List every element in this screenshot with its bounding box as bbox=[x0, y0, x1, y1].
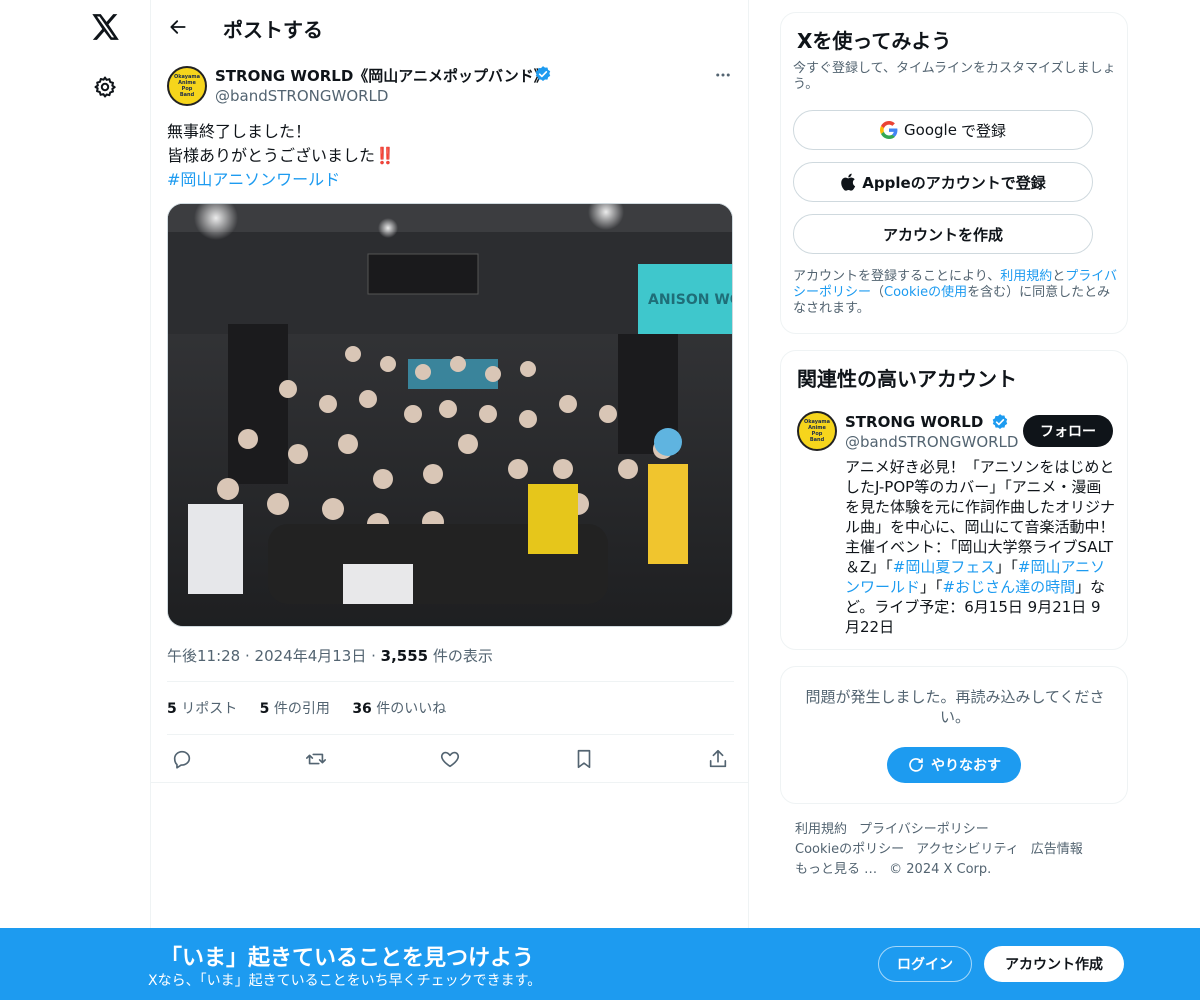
related-accounts-card: 関連性の高いアカウント Okayama Anime Pop Band STRON… bbox=[780, 350, 1128, 650]
bottom-bar-title: 「いま」起きていることを見つけよう bbox=[160, 946, 535, 971]
terms-text: アカウントを登録することにより、利用規約とプライバシーポリシー（Cookieの使… bbox=[793, 269, 1123, 317]
footer-link[interactable]: Cookieのポリシー bbox=[795, 842, 904, 857]
post-author: Okayama Anime Pop Band STRONG WORLD《岡山アニ… bbox=[167, 64, 734, 110]
related-title: 関連性の高いアカウント bbox=[797, 367, 1017, 391]
hashtag-link[interactable]: #おじさん達の時間 bbox=[943, 578, 1076, 596]
divider bbox=[167, 734, 734, 735]
author-name[interactable]: STRONG WORLD《岡山アニメポップバンド》 bbox=[215, 65, 549, 86]
footer-links: 利用規約 プライバシーポリシー Cookieのポリシー アクセシビリティ 広告情報 も… bbox=[795, 820, 1115, 880]
terms-of-service-link[interactable]: 利用規約 bbox=[1000, 269, 1052, 284]
retry-label: やりなおす bbox=[931, 758, 1001, 774]
avatar-text: Band bbox=[809, 437, 825, 443]
apple-signup-button[interactable]: Appleのアカウントで登録 bbox=[793, 162, 1093, 202]
related-account-bio: アニメ好き必見！「アニソンをはじめとしたJ-POP等のカバー」「アニメ・漫画を見… bbox=[845, 457, 1115, 637]
like-icon[interactable] bbox=[435, 744, 465, 774]
login-button[interactable]: ログイン bbox=[878, 946, 972, 982]
quotes-label: 件の引用 bbox=[273, 701, 330, 717]
double-exclamation-emoji: ‼️ bbox=[375, 146, 395, 165]
views-count: 3,555 bbox=[380, 647, 429, 665]
footer-link[interactable]: 広告情報 bbox=[1031, 842, 1083, 857]
avatar-text: Band bbox=[179, 92, 195, 98]
likes-stat[interactable]: 36 件のいいね bbox=[352, 701, 446, 717]
create-account-bottom-button[interactable]: アカウント作成 bbox=[984, 946, 1124, 982]
footer-link[interactable]: 利用規約 bbox=[795, 822, 847, 837]
quotes-count: 5 bbox=[259, 701, 270, 717]
hashtag-link[interactable]: #岡山夏フェス bbox=[893, 558, 996, 576]
google-signup-label: で登録 bbox=[960, 121, 1006, 140]
repost-icon[interactable] bbox=[301, 744, 331, 774]
quotes-stat[interactable]: 5 件の引用 bbox=[260, 701, 330, 717]
signup-card: Xを使ってみよう 今すぐ登録して、タイムラインをカスタマイズしましょう。 Goo… bbox=[780, 12, 1128, 334]
page-header: ポストする bbox=[151, 0, 750, 54]
likes-label: 件のいいね bbox=[376, 701, 447, 717]
bottom-bar-subtitle: Xなら、「いま」起きていることをいち早くチェックできます。 bbox=[148, 973, 542, 989]
error-card: 問題が発生しました。再読み込みしてください。 やりなおす bbox=[780, 666, 1128, 804]
bottom-signup-bar: 「いま」起きていることを見つけよう Xなら、「いま」起きていることをいち早くチェ… bbox=[0, 928, 1200, 1000]
post-text-line: 無事終了しました！ bbox=[167, 122, 312, 141]
avatar[interactable]: Okayama Anime Pop Band bbox=[797, 411, 837, 451]
reposts-label: リポスト bbox=[181, 701, 238, 717]
retry-button[interactable]: やりなおす bbox=[887, 747, 1021, 783]
signup-title: Xを使ってみよう bbox=[797, 29, 952, 53]
reply-icon[interactable] bbox=[167, 744, 197, 774]
gear-icon[interactable] bbox=[90, 72, 120, 102]
reposts-count: 5 bbox=[167, 701, 177, 717]
post-stats: 5 リポスト 5 件の引用 36 件のいいね bbox=[167, 698, 464, 718]
post-photo[interactable]: ANISON WO bbox=[167, 203, 733, 627]
reposts-stat[interactable]: 5 リポスト bbox=[167, 701, 237, 717]
views-label: 件の表示 bbox=[432, 647, 493, 665]
related-account-handle[interactable]: @bandSTRONGWORLD bbox=[845, 433, 1018, 451]
footer-link[interactable]: アクセシビリティ bbox=[916, 842, 1019, 857]
verified-icon bbox=[991, 413, 1009, 431]
verified-icon bbox=[534, 65, 552, 83]
post-meta: 午後11:28 · 2024年4月13日 · 3,555 件の表示 bbox=[167, 647, 493, 665]
apple-signup-label: Appleのアカウントで登録 bbox=[862, 173, 1046, 192]
apple-icon bbox=[841, 173, 856, 191]
post-text-line: 皆様ありがとうございました‼️ bbox=[167, 144, 734, 168]
footer-more-link[interactable]: もっと見る … bbox=[795, 862, 877, 877]
footer-link[interactable]: プライバシーポリシー bbox=[859, 822, 989, 837]
terms-text-part: （ bbox=[871, 285, 885, 300]
terms-text-part: アカウントを登録することにより、 bbox=[793, 269, 1001, 284]
photo-banner-text: ANISON WO bbox=[648, 292, 733, 308]
post-text: 無事終了しました！ 皆様ありがとうございました‼️ #岡山アニソンワールド bbox=[167, 120, 734, 192]
back-arrow-icon[interactable] bbox=[163, 12, 193, 42]
related-account-name[interactable]: STRONG WORLD《岡 bbox=[845, 411, 983, 432]
more-icon[interactable] bbox=[712, 64, 734, 86]
bookmark-icon[interactable] bbox=[569, 744, 599, 774]
post-date[interactable]: 2024年4月13日 bbox=[255, 647, 367, 665]
x-logo-icon[interactable] bbox=[89, 10, 123, 44]
create-account-label: アカウントを作成 bbox=[882, 225, 1003, 244]
page-title: ポストする bbox=[223, 18, 323, 42]
google-signup-brand: Google bbox=[904, 121, 957, 139]
signup-subtitle: 今すぐ登録して、タイムラインをカスタマイズしましょう。 bbox=[793, 61, 1116, 92]
post-text-content: 皆様ありがとうございました bbox=[167, 146, 376, 165]
terms-text-part: と bbox=[1052, 269, 1066, 284]
avatar[interactable]: Okayama Anime Pop Band bbox=[167, 66, 207, 106]
post-time[interactable]: 午後11:28 bbox=[167, 647, 240, 665]
bio-text: 」「 bbox=[920, 578, 943, 596]
left-nav bbox=[0, 0, 150, 1000]
cookie-use-link[interactable]: Cookieの使用 bbox=[884, 285, 967, 300]
copyright: © 2024 X Corp. bbox=[889, 862, 992, 877]
author-handle[interactable]: @bandSTRONGWORLD bbox=[215, 87, 388, 105]
follow-button[interactable]: フォロー bbox=[1023, 415, 1113, 447]
refresh-icon bbox=[909, 758, 923, 772]
likes-count: 36 bbox=[352, 701, 372, 717]
create-account-button[interactable]: アカウントを作成 bbox=[793, 214, 1093, 254]
google-icon bbox=[880, 121, 898, 139]
post-actions bbox=[167, 744, 734, 774]
bio-text: 」「 bbox=[995, 558, 1018, 576]
divider bbox=[151, 782, 748, 783]
share-icon[interactable] bbox=[703, 744, 733, 774]
google-signup-button[interactable]: Google で登録 bbox=[793, 110, 1093, 150]
error-message: 問題が発生しました。再読み込みしてください。 bbox=[805, 688, 1105, 726]
divider bbox=[167, 681, 734, 682]
hashtag-link[interactable]: #岡山アニソンワールド bbox=[167, 168, 734, 192]
main-column: ポストする Okayama Anime Pop Band STRONG WORL… bbox=[150, 0, 749, 1000]
